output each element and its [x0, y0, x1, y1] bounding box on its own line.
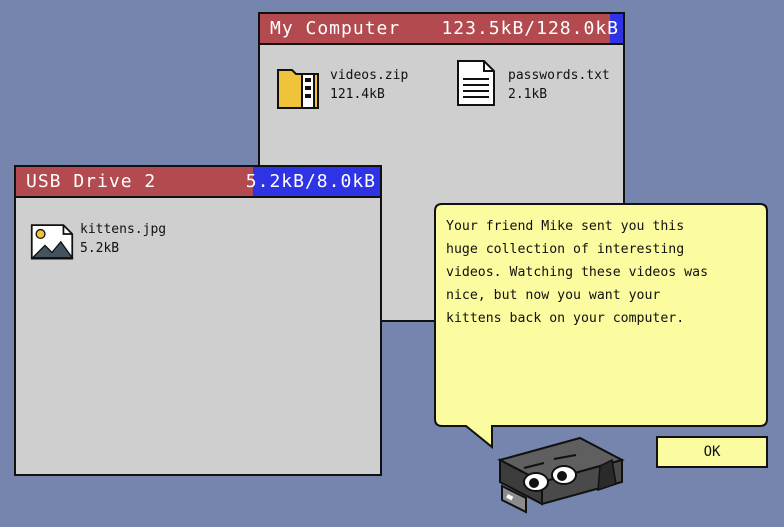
file-name: kittens.jpg	[80, 222, 167, 237]
file-size: 2.1kB	[508, 87, 548, 102]
file-name: passwords.txt	[508, 68, 610, 83]
window-title: USB Drive 2	[26, 171, 157, 192]
file-kittens-jpg[interactable]: kittens.jpg 5.2kB	[30, 217, 166, 265]
text-file-icon	[457, 60, 495, 106]
file-name: videos.zip	[330, 68, 409, 83]
usb-stick-character-icon	[497, 436, 625, 514]
window-title: My Computer	[270, 18, 401, 39]
file-size: 5.2kB	[80, 241, 120, 256]
storage-usage: 123.5kB/128.0kB	[441, 18, 619, 39]
file-size: 121.4kB	[330, 87, 385, 102]
zip-folder-icon	[277, 69, 319, 109]
image-file-icon	[30, 224, 74, 260]
dialog-message: Your friend Mike sent you this huge coll…	[446, 219, 709, 326]
usb-drive-window: USB Drive 2 5.2kB/8.0kB kittens.jpg 5.2k…	[14, 165, 382, 476]
file-passwords-txt[interactable]: passwords.txt 2.1kB	[454, 59, 614, 107]
storage-usage: 5.2kB/8.0kB	[245, 171, 376, 192]
my-computer-titlebar[interactable]: My Computer 123.5kB/128.0kB	[260, 14, 623, 45]
file-videos-zip[interactable]: videos.zip 121.4kB	[276, 64, 408, 112]
ok-button[interactable]: OK	[656, 436, 768, 468]
dialog-bubble: Your friend Mike sent you this huge coll…	[434, 203, 768, 451]
usb-drive-titlebar[interactable]: USB Drive 2 5.2kB/8.0kB	[16, 167, 380, 198]
